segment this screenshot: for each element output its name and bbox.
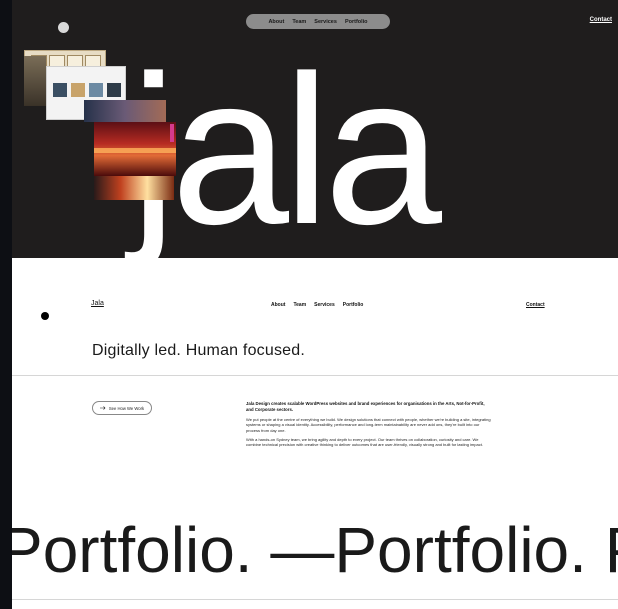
project-collage (24, 50, 176, 200)
floating-nav: About Team Services Portfolio (246, 14, 390, 29)
collage-image-banner[interactable] (84, 100, 166, 122)
nav-link-portfolio[interactable]: Portfolio (345, 19, 368, 25)
hero-dot (58, 22, 69, 33)
cursor-dot (41, 312, 49, 320)
intro-paragraph: We put people at the centre of everythin… (246, 416, 491, 433)
page-tagline: Digitally led. Human focused. (92, 342, 306, 359)
site-nav-services[interactable]: Services (314, 302, 335, 308)
divider (12, 375, 618, 376)
collage-image-portrait[interactable] (24, 56, 46, 106)
collage-image-theatre[interactable] (94, 122, 176, 176)
intro-paragraph: With a hands-on Sydney team, we bring ag… (246, 436, 483, 448)
see-how-we-work-button[interactable]: See How We Work (92, 401, 152, 415)
site-logo[interactable]: Jala (91, 300, 104, 307)
nav-link-team[interactable]: Team (292, 19, 306, 25)
divider (12, 599, 618, 600)
page: About Team Services Portfolio Contact Ja… (12, 0, 618, 609)
portfolio-marquee[interactable]: Portfolio. —Portfolio. Portfolio. (12, 518, 618, 582)
hero-section: About Team Services Portfolio Contact Ja… (12, 0, 618, 258)
site-nav-portfolio[interactable]: Portfolio (343, 302, 364, 308)
site-nav-about[interactable]: About (271, 302, 285, 308)
collage-image-lights[interactable] (94, 176, 174, 200)
site-nav-team[interactable]: Team (293, 302, 306, 308)
site-header: Jala About Team Services Portfolio Conta… (12, 300, 618, 314)
site-nav-links: About Team Services Portfolio (271, 302, 363, 308)
site-contact-link[interactable]: Contact (526, 302, 545, 308)
nav-link-services[interactable]: Services (314, 19, 337, 25)
nav-link-about[interactable]: About (268, 19, 284, 25)
intro-lead: Jala Design creates scalable WordPress w… (246, 401, 485, 412)
cta-label: See How We Work (108, 405, 145, 411)
intro-text: Jala Design creates scalable WordPress w… (246, 401, 492, 451)
arrow-right-icon (99, 405, 106, 411)
contact-link[interactable]: Contact (590, 17, 612, 23)
